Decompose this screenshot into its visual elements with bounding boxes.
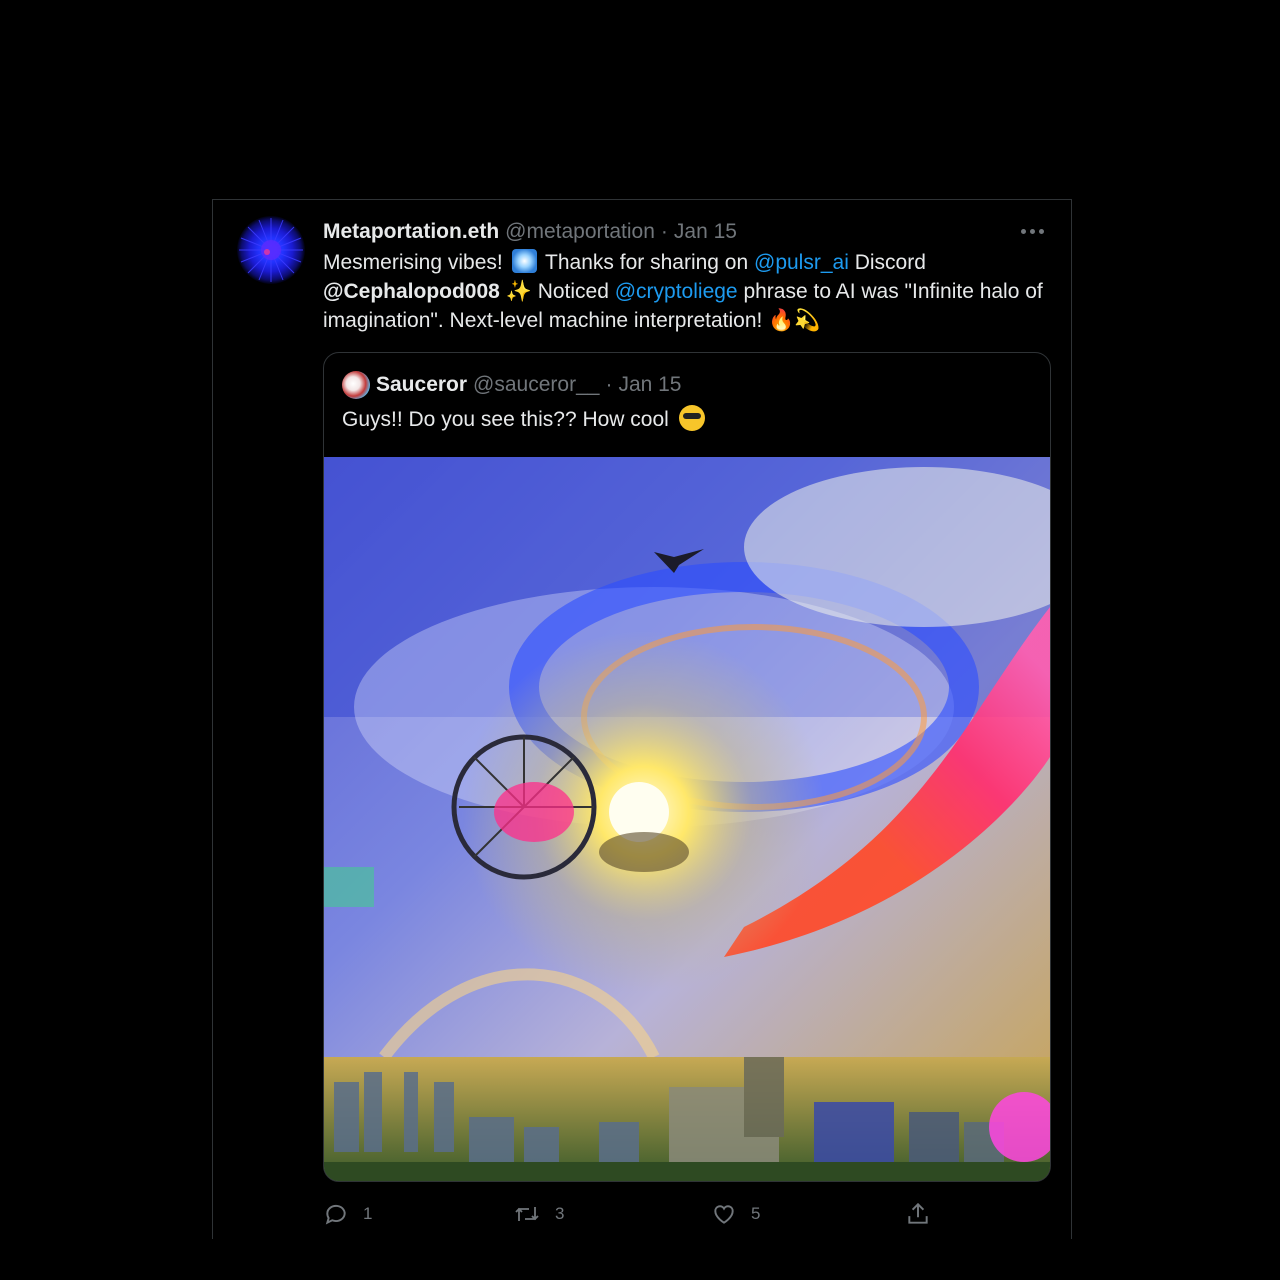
share-button[interactable] [905,1198,945,1230]
text-part: Thanks for sharing on [545,251,749,274]
author-handle[interactable]: @metaportation [505,220,655,244]
quoted-author-handle: @sauceror__ [473,373,600,396]
quoted-media-image[interactable] [324,457,1050,1181]
more-options-button[interactable] [1021,229,1045,235]
like-count: 5 [751,1204,761,1223]
tweet-date[interactable]: Jan 15 [674,220,737,244]
text-part: Discord [854,251,926,274]
share-icon [908,1202,928,1224]
tweet-actions-bar: 1 3 5 [323,1198,1053,1230]
quoted-author-avatar[interactable] [342,371,370,399]
text-part: Noticed [537,280,609,303]
sparkles-emoji-icon: ✨ [505,279,532,303]
author-display-name[interactable]: Metaportation.eth [323,220,499,244]
like-button[interactable]: 5 [711,1198,760,1230]
fractal-burst-icon [239,218,303,282]
retweet-icon [515,1207,539,1221]
retweet-count: 3 [555,1204,565,1223]
more-dot-icon [1039,229,1044,234]
more-dot-icon [1030,229,1035,234]
more-dot-icon [1021,229,1026,234]
quoted-tweet-header: Sauceror @sauceror__ · Jan 15 [342,371,682,399]
fire-emoji-icon: 🔥 [768,308,795,332]
quoted-tweet-text: Guys!! Do you see this?? How cool [342,405,705,432]
tweet-header: Metaportation.eth @metaportation · Jan 1… [323,218,1051,246]
quoted-author-display-name: Sauceror [376,373,468,396]
heart-icon [714,1205,734,1224]
reply-button[interactable]: 1 [323,1198,372,1230]
author-avatar[interactable] [237,216,305,284]
separator-dot: · [660,220,668,243]
reply-count: 1 [363,1204,373,1223]
tweet-card[interactable]: Metaportation.eth @metaportation · Jan 1… [212,199,1072,1239]
mention-link[interactable]: @Cephalopod008 [323,280,500,303]
tweet-text: Mesmerising vibes! Thanks for sharing on… [323,248,1058,335]
retweet-button[interactable]: 3 [513,1198,564,1230]
quoted-tweet[interactable]: Sauceror @sauceror__ · Jan 15 Guys!! Do … [323,352,1051,1182]
separator-dot: · [605,373,613,396]
sunglasses-emoji-icon [678,405,705,431]
quoted-tweet-date: Jan 15 [618,373,682,396]
mention-link[interactable]: @pulsr_ai [754,251,849,274]
text-part: Mesmerising vibes! [323,251,503,274]
quoted-text-content: Guys!! Do you see this?? How cool [342,408,669,431]
sparkler-emoji-icon [511,249,537,273]
dizzy-emoji-icon: 💫 [794,308,821,332]
reply-icon [325,1204,346,1225]
mention-link[interactable]: @cryptoliege [615,280,738,303]
